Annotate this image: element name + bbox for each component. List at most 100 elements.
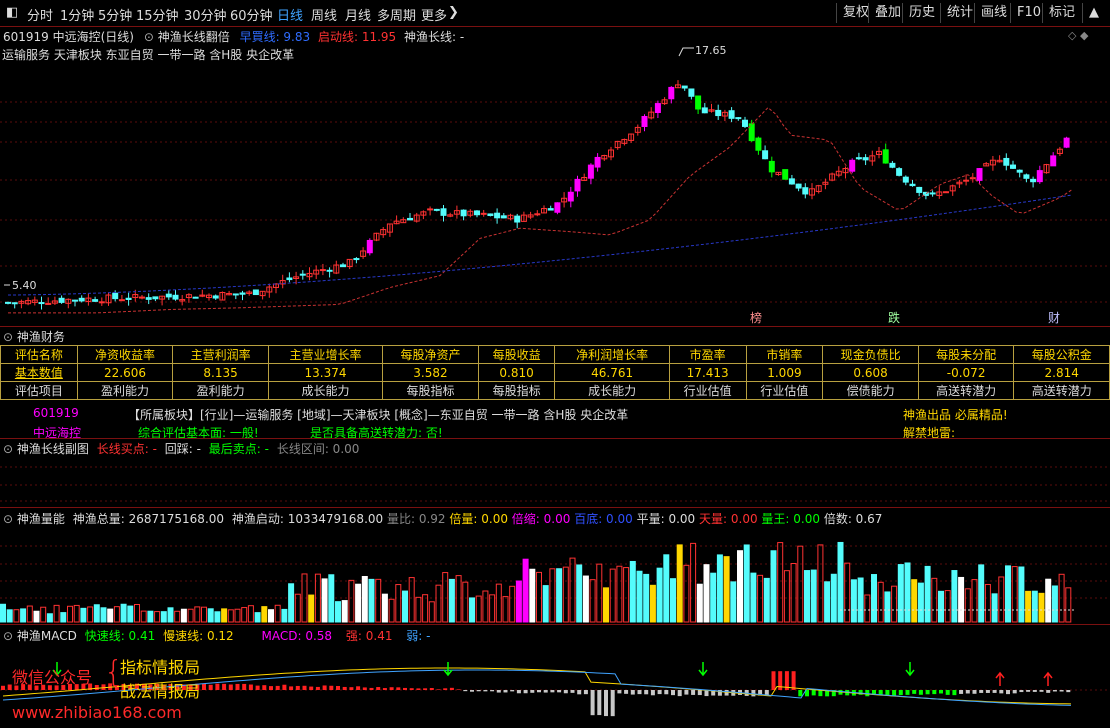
- volume-bar: [328, 574, 335, 623]
- macd-bar: [932, 690, 937, 695]
- volume-bar: [857, 577, 864, 623]
- period-tab-5[interactable]: 60分钟: [230, 5, 273, 24]
- candle-body: [440, 208, 447, 216]
- menu-icon[interactable]: ◧: [6, 5, 18, 20]
- candle-body: [38, 302, 45, 305]
- volume-bar: [194, 606, 201, 623]
- candle-body: [742, 119, 748, 127]
- volume-bar: [80, 607, 87, 623]
- macd-bar: [369, 687, 374, 690]
- toolbar-button-2[interactable]: 历史: [902, 3, 941, 23]
- volume-bar: [288, 583, 295, 623]
- volume-bar: [1065, 587, 1072, 623]
- period-tab-4[interactable]: 30分钟: [184, 5, 227, 24]
- volume-bar: [93, 604, 100, 623]
- panel-toggle-icon[interactable]: ⊙: [3, 442, 13, 456]
- panel-toggle-icon[interactable]: ⊙: [3, 330, 13, 344]
- macd-bar: [610, 690, 615, 717]
- more-chevron-icon[interactable]: ❯: [448, 5, 459, 20]
- candle-body: [78, 297, 85, 302]
- candle-body: [547, 208, 554, 211]
- candle-body: [1063, 137, 1070, 148]
- macd-bar: [248, 684, 253, 690]
- slow-line-value: 慢速线: 0.12: [163, 629, 234, 643]
- candle-body: [788, 178, 795, 185]
- volume-bar: [1011, 566, 1018, 623]
- period-tab-1[interactable]: 1分钟: [60, 5, 94, 24]
- period-tab-6[interactable]: 日线: [277, 5, 303, 24]
- macd-bar: [697, 690, 702, 696]
- volume-bar: [984, 583, 991, 623]
- finance-labels-cell: 高送转潜力: [917, 381, 1015, 400]
- finance-values-cell: -0.072: [917, 363, 1015, 382]
- finance-headers-cell: 市销率: [745, 345, 824, 364]
- macd-bar: [523, 690, 528, 694]
- volume-bar: [676, 544, 683, 623]
- candle-body: [768, 160, 775, 173]
- candle-body: [755, 137, 762, 151]
- finance-headers-cell: 主营利润率: [172, 345, 269, 364]
- macd-bar: [496, 690, 501, 693]
- candle-body: [976, 168, 983, 181]
- period-tab-0[interactable]: 分时: [27, 5, 53, 24]
- double-shrink: 倍缩: 0.00: [511, 512, 571, 526]
- candle-body: [862, 157, 869, 161]
- macd-bar: [939, 690, 943, 694]
- candle-body: [286, 277, 293, 281]
- macd-bar: [470, 690, 474, 692]
- candle-body: [145, 297, 152, 300]
- volume-bar: [763, 577, 770, 623]
- volume-bar: [1031, 590, 1038, 623]
- macd-bar: [570, 690, 575, 693]
- volume-bar: [428, 601, 435, 623]
- volume-bar: [1018, 566, 1025, 623]
- watermark-url: www.zhibiao168.com: [12, 703, 182, 722]
- volume-bar: [73, 604, 80, 623]
- candle-body: [587, 164, 594, 179]
- toolbar-button-6[interactable]: 标记: [1042, 3, 1081, 23]
- volume-bar: [549, 568, 556, 623]
- sector-info: 【所属板块】[行业]—运输服务 [地域]—天津板块 [概念]—东亚自贸 一带一路…: [128, 408, 629, 422]
- macd-bar: [456, 689, 461, 690]
- toolbar-button-4[interactable]: 画线: [974, 3, 1013, 23]
- period-tab-3[interactable]: 15分钟: [136, 5, 179, 24]
- finance-values-cell: 基本数值: [0, 363, 78, 382]
- panel-toggle-icon[interactable]: ⊙: [3, 512, 13, 526]
- volume-bar: [100, 607, 107, 623]
- period-tab-7[interactable]: 周线: [311, 5, 337, 24]
- candle-body: [353, 258, 360, 261]
- macd-bar: [1026, 690, 1031, 692]
- macd-bar: [597, 690, 602, 716]
- candle-body: [715, 109, 722, 117]
- volume-bar: [596, 563, 603, 623]
- candle-body: [98, 301, 105, 304]
- volume-bar: [462, 581, 469, 623]
- macd-bar: [1052, 690, 1057, 692]
- macd-bar: [463, 690, 468, 692]
- period-tab-10[interactable]: 更多: [421, 5, 447, 24]
- period-tab-2[interactable]: 5分钟: [98, 5, 132, 24]
- volume-bar: [603, 587, 609, 623]
- last-sell-point: 最后卖点: -: [208, 442, 269, 456]
- volume-bar: [897, 564, 904, 623]
- candle-body: [474, 210, 480, 216]
- period-tab-9[interactable]: 多周期: [377, 5, 416, 24]
- macd-bar: [691, 690, 696, 695]
- candle-body: [882, 149, 889, 164]
- candle-body: [212, 295, 219, 299]
- event-marker: 榜: [750, 310, 762, 325]
- macd-bar: [1012, 690, 1017, 694]
- panel-toggle-icon[interactable]: ⊙: [3, 629, 13, 643]
- expand-icon[interactable]: ▲: [1082, 3, 1105, 23]
- period-tab-8[interactable]: 月线: [345, 5, 371, 24]
- candle-body: [72, 299, 78, 302]
- finance-panel-header: ⊙ 神渔财务: [3, 328, 65, 345]
- finance-labels-cell: 成长能力: [554, 381, 670, 400]
- volume-bar: [154, 611, 161, 623]
- candle-body: [688, 88, 695, 97]
- macd-bar: [684, 690, 689, 695]
- volume-bar: [971, 579, 978, 623]
- volume-bar: [381, 593, 388, 623]
- finance-values-cell: 46.761: [554, 363, 670, 382]
- candle-body: [896, 168, 903, 176]
